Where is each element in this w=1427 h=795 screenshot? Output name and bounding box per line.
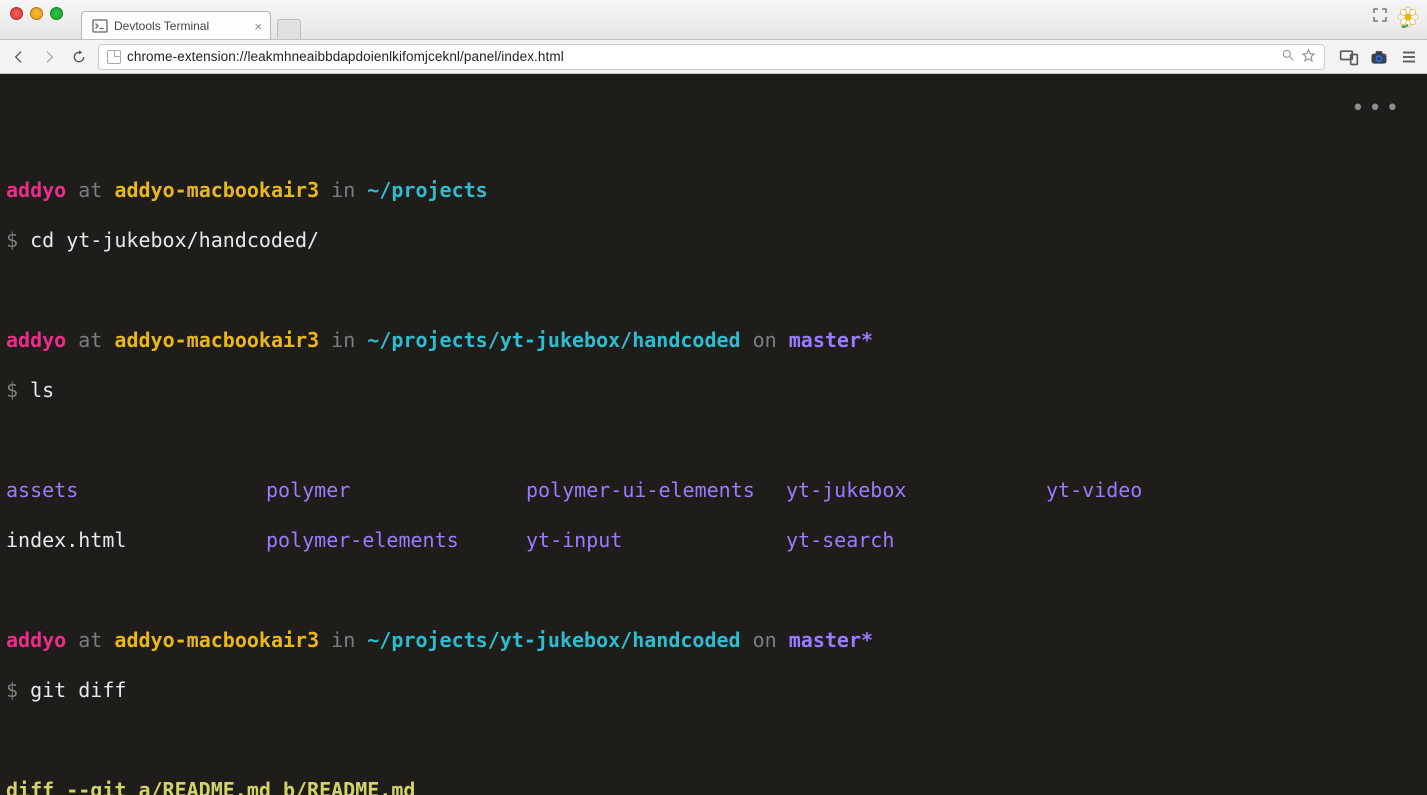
fullscreen-icon[interactable] <box>1373 8 1387 27</box>
toolbar-right-icons <box>1333 47 1419 67</box>
tab-close-icon[interactable]: × <box>254 19 262 34</box>
page-favicon-icon <box>107 50 121 64</box>
prompt-line: addyo at addyo-macbookair3 in ~/projects… <box>6 628 1421 653</box>
window-minimize-button[interactable] <box>30 7 43 20</box>
new-tab-button[interactable] <box>277 19 301 39</box>
terminal-viewport[interactable]: ••• addyo at addyo-macbookair3 in ~/proj… <box>0 74 1427 795</box>
window-zoom-button[interactable] <box>50 7 63 20</box>
nav-back-button[interactable] <box>8 46 30 68</box>
overflow-menu-icon[interactable]: ••• <box>1351 96 1403 121</box>
browser-tabstrip: Devtools Terminal × <box>81 0 301 39</box>
url-bar[interactable]: chrome-extension://leakmhneaibbdapdoienl… <box>98 44 1325 70</box>
ls-output-row: assetspolymerpolymer-ui-elementsyt-jukeb… <box>6 478 1421 503</box>
window-close-button[interactable] <box>10 7 23 20</box>
window-traffic-lights <box>0 0 63 20</box>
window-titlebar: Devtools Terminal × <box>0 0 1427 40</box>
ls-output-row: index.htmlpolymer-elementsyt-inputyt-sea… <box>6 528 1421 553</box>
diff-header: diff --git a/README.md b/README.md <box>6 778 1421 795</box>
browser-toolbar: chrome-extension://leakmhneaibbdapdoienl… <box>0 40 1427 74</box>
nav-forward-button[interactable] <box>38 46 60 68</box>
browser-tab-active[interactable]: Devtools Terminal × <box>81 11 271 39</box>
command-line: $ cd yt-jukebox/handcoded/ <box>6 228 1421 253</box>
url-text: chrome-extension://leakmhneaibbdapdoienl… <box>127 49 1275 64</box>
command-line: $ ls <box>6 378 1421 403</box>
terminal-favicon-icon <box>92 18 108 34</box>
search-in-page-icon[interactable] <box>1281 48 1295 65</box>
devices-icon[interactable] <box>1339 47 1359 67</box>
camera-extension-icon[interactable] <box>1369 47 1389 67</box>
nav-reload-button[interactable] <box>68 46 90 68</box>
browser-tab-title: Devtools Terminal <box>114 19 209 33</box>
flower-extension-icon[interactable] <box>1397 6 1419 28</box>
prompt-line: addyo at addyo-macbookair3 in ~/projects <box>6 178 1421 203</box>
command-line: $ git diff <box>6 678 1421 703</box>
chrome-menu-icon[interactable] <box>1399 47 1419 67</box>
bookmark-star-icon[interactable] <box>1301 48 1316 66</box>
prompt-line: addyo at addyo-macbookair3 in ~/projects… <box>6 328 1421 353</box>
